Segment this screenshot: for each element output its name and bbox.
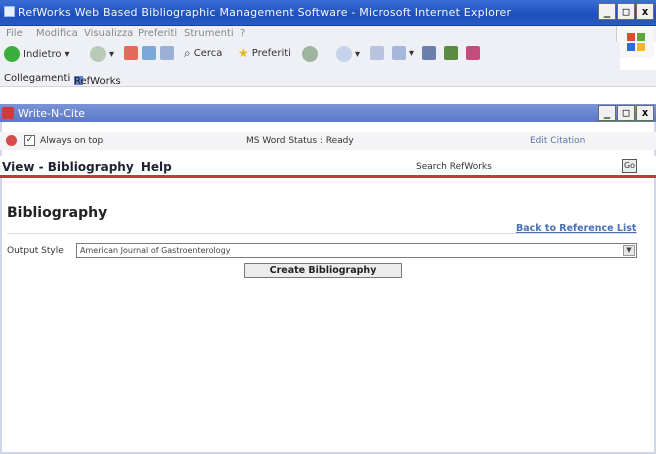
edit-citation-link[interactable]: Edit Citation (530, 136, 585, 146)
menu-modifica[interactable]: Modifica (36, 28, 78, 39)
always-on-top-checkbox[interactable]: ✓ (24, 135, 35, 146)
nav-menu: View - Bibliography Help (2, 160, 172, 174)
ms-word-status: MS Word Status : Ready (246, 136, 354, 146)
print-icon (392, 46, 406, 60)
wnc-status-bar: ✓ Always on top MS Word Status : Ready E… (0, 132, 656, 150)
stop-button[interactable] (124, 46, 138, 60)
page-title: Bibliography (7, 205, 108, 221)
edit-icon (422, 46, 436, 60)
search-button[interactable]: ⌕ Cerca (184, 46, 222, 61)
always-on-top-label: Always on top (40, 136, 104, 146)
links-bar: Collegamenti RefWorks (0, 70, 656, 87)
maximize-button[interactable]: □ (617, 3, 635, 20)
chevron-down-icon: ▾ (64, 48, 70, 60)
ie-window-title: RefWorks Web Based Bibliographic Managem… (18, 6, 512, 19)
refresh-icon (142, 46, 156, 60)
wnc-maximize-button[interactable]: □ (617, 105, 635, 121)
create-bibliography-button[interactable]: Create Bibliography (244, 263, 402, 278)
ie-toolbar: Indietro ▾ ▾ ⌕ Cerca ★ Preferiti ▾ ▾ (0, 42, 620, 70)
ie-window-controls: _ □ x (598, 3, 654, 20)
ie-title-bar: RefWorks Web Based Bibliographic Managem… (0, 0, 656, 26)
chevron-down-icon: ▾ (409, 47, 415, 59)
forward-arrow-icon (90, 46, 106, 62)
home-icon (160, 46, 174, 60)
messenger-icon (444, 46, 458, 60)
media-button[interactable] (302, 46, 318, 62)
links-label: Collegamenti (4, 73, 71, 84)
print-button[interactable]: ▾ (392, 46, 414, 60)
divider (7, 233, 637, 234)
wnc-nav-row: View - Bibliography Help Search RefWorks… (0, 156, 656, 178)
messenger-button[interactable] (444, 46, 458, 60)
wnc-window-controls: _ □ x (598, 105, 654, 121)
menu-visualizza[interactable]: Visualizza (84, 28, 133, 39)
output-style-select[interactable]: American Journal of Gastroenterology ▼ (76, 243, 637, 258)
star-icon: ★ (238, 46, 249, 60)
minimize-button[interactable]: _ (598, 3, 616, 20)
wnc-close-button[interactable]: x (636, 105, 654, 121)
edit-button[interactable] (422, 46, 436, 60)
mail-icon (370, 46, 384, 60)
nav-separator: - (38, 160, 48, 174)
back-arrow-icon (4, 46, 20, 62)
forward-button[interactable]: ▾ (90, 46, 114, 62)
search-label: Search RefWorks (416, 162, 492, 172)
nav-help[interactable]: Help (141, 160, 172, 174)
output-style-label: Output Style (7, 246, 64, 256)
windows-logo-icon (616, 26, 654, 58)
menu-preferiti[interactable]: Preferiti (138, 28, 177, 39)
research-button[interactable] (466, 46, 480, 60)
chevron-down-icon[interactable]: ▼ (623, 245, 635, 256)
wnc-minimize-button[interactable]: _ (598, 105, 616, 121)
output-style-value: American Journal of Gastroenterology (80, 246, 231, 255)
home-button[interactable] (160, 46, 174, 60)
close-button[interactable]: x (636, 3, 654, 20)
nav-bibliography[interactable]: Bibliography (48, 160, 134, 174)
chevron-down-icon: ▾ (109, 48, 115, 60)
wnc-title-bar: Write-N-Cite _ □ x (0, 104, 656, 122)
ie-window-icon (4, 6, 15, 17)
wnc-logo-icon (2, 107, 14, 119)
favorites-button[interactable]: ★ Preferiti (238, 46, 291, 60)
refworks-record-icon (6, 135, 17, 146)
refresh-button[interactable] (142, 46, 156, 60)
wnc-window-title: Write-N-Cite (18, 107, 86, 120)
history-icon (336, 46, 352, 62)
mail-button[interactable] (370, 46, 384, 60)
media-icon (302, 46, 318, 62)
go-button[interactable]: Go (622, 159, 637, 173)
search-input[interactable] (500, 161, 620, 174)
research-icon (466, 46, 480, 60)
menu-help[interactable]: ? (240, 28, 245, 39)
ie-menu-bar: File Modifica Visualizza Preferiti Strum… (0, 26, 656, 42)
search-icon: ⌕ (184, 46, 191, 60)
stop-icon (124, 46, 138, 60)
nav-view[interactable]: View (2, 160, 34, 174)
history-button[interactable]: ▾ (336, 46, 360, 62)
menu-strumenti[interactable]: Strumenti (184, 28, 234, 39)
menu-file[interactable]: File (6, 28, 23, 39)
chevron-down-icon: ▾ (355, 48, 361, 60)
back-button[interactable]: Indietro ▾ (4, 46, 70, 62)
